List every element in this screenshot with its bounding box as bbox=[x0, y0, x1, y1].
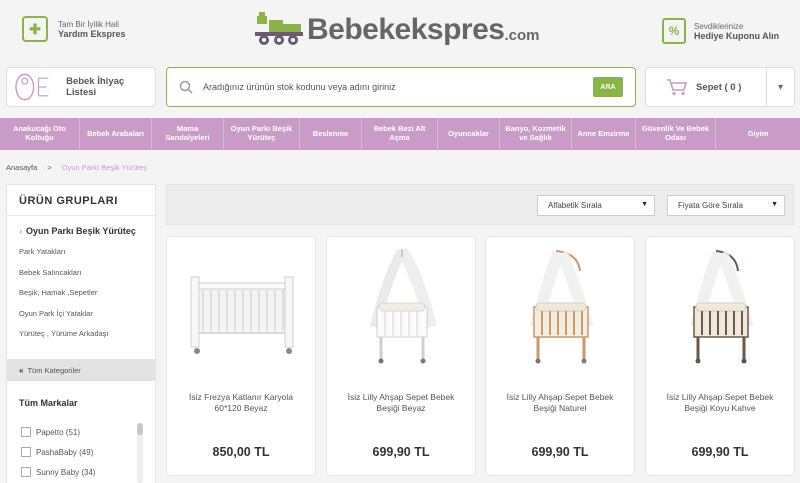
checkbox[interactable] bbox=[21, 447, 31, 457]
breadcrumb-home[interactable]: Anasayfa bbox=[6, 163, 37, 172]
sidebar: ÜRÜN GRUPLARI › Oyun Parkı Beşik Yürüteç… bbox=[6, 184, 156, 483]
product-card[interactable]: İsiz Lilly Ahşap Sepet Bebek Beşiği Beya… bbox=[326, 236, 476, 476]
toolbar-row: Bebek İhiyaç Listesi ARA Sepet ( 0 ) ▾ bbox=[0, 67, 800, 109]
nav-item-safety[interactable]: Güvenlik Ve Bebek Odası bbox=[636, 118, 716, 150]
alphabetic-sort-label: Alfabetik Sırala bbox=[548, 201, 602, 210]
product-name[interactable]: İsiz Frezya Katlanır Karyola 60*120 Beya… bbox=[175, 392, 307, 415]
nav-item-car-seat[interactable]: Anakucağı Oto Koltuğu bbox=[0, 118, 80, 150]
all-categories-button[interactable]: « Tüm Kategoriler bbox=[7, 359, 155, 381]
product-name[interactable]: İsiz Lilly Ahşap Sepet Bebek Beşiği Koyu… bbox=[654, 392, 786, 415]
caret-down-icon: ▼ bbox=[641, 201, 648, 208]
brand-filter[interactable]: Sunny Baby (34) bbox=[21, 467, 96, 477]
product-image[interactable] bbox=[506, 247, 616, 367]
baby-list-icon bbox=[15, 73, 49, 101]
sidebar-subcategory[interactable]: Park Yatakları bbox=[7, 242, 155, 263]
help-title: Yardım Ekspres bbox=[58, 28, 126, 39]
scrollbar-thumb[interactable] bbox=[137, 423, 143, 435]
help-link[interactable]: ✚ Tam Bir İyilik Hali Yardım Ekspres bbox=[22, 16, 126, 42]
product-image[interactable] bbox=[347, 247, 457, 367]
sidebar-subcategory[interactable]: Yürüteç , Yürüme Arkadaşı bbox=[7, 324, 155, 345]
brand-filter[interactable]: Papetto (51) bbox=[21, 427, 80, 437]
product-name[interactable]: İsiz Lilly Ahşap Sepet Bebek Beşiği Natu… bbox=[494, 392, 626, 415]
brand-label: PashaBaby (49) bbox=[36, 447, 94, 457]
logo-text: Bebekekspres bbox=[307, 13, 505, 46]
product-card[interactable]: İsiz Lilly Ahşap Sepet Bebek Beşiği Natu… bbox=[485, 236, 635, 476]
sidebar-active-category[interactable]: › Oyun Parkı Beşik Yürüteç bbox=[7, 216, 155, 242]
help-tagline: Tam Bir İyilik Hali bbox=[58, 19, 119, 29]
brand-label: Papetto (51) bbox=[36, 427, 81, 437]
logo[interactable]: Bebekekspres .com bbox=[255, 10, 539, 50]
cart-label: Sepet ( 0 ) bbox=[696, 81, 742, 93]
checkbox[interactable] bbox=[21, 427, 31, 437]
cart-dropdown-chevron-icon[interactable]: ▾ bbox=[766, 68, 794, 106]
product-image[interactable] bbox=[187, 247, 297, 367]
breadcrumb-current[interactable]: Oyun Parkı Beşik Yürüteç bbox=[62, 163, 148, 172]
caret-down-icon: ▼ bbox=[771, 201, 778, 208]
product-card[interactable]: İsiz Lilly Ahşap Sepet Bebek Beşiği Koyu… bbox=[645, 236, 795, 476]
nav-item-playpens[interactable]: Oyun Parkı Beşik Yürüteç bbox=[224, 118, 300, 150]
sidebar-title: ÜRÜN GRUPLARI bbox=[7, 185, 155, 216]
gift-coupon-link[interactable]: % Sevdiklerinize Hediye Kuponu Alın bbox=[662, 18, 779, 44]
cart-button[interactable]: Sepet ( 0 ) ▾ bbox=[645, 67, 795, 107]
help-icon: ✚ bbox=[22, 16, 48, 42]
product-image[interactable] bbox=[666, 247, 776, 367]
nav-item-nursing[interactable]: Anne Emzirme bbox=[572, 118, 636, 150]
breadcrumb-separator: > bbox=[47, 163, 52, 172]
product-name[interactable]: İsiz Lilly Ahşap Sepet Bebek Beşiği Beya… bbox=[335, 392, 467, 415]
product-price: 699,90 TL bbox=[531, 445, 589, 459]
all-categories-label: Tüm Kategoriler bbox=[27, 365, 81, 375]
brand-filter[interactable]: PashaBaby (49) bbox=[21, 447, 93, 457]
search-bar: ARA bbox=[166, 67, 636, 107]
sidebar-subcategory[interactable]: Oyun Park İçi Yataklar bbox=[7, 304, 155, 325]
alphabetic-sort-select[interactable]: Alfabetik Sırala ▼ bbox=[537, 195, 655, 216]
price-sort-select[interactable]: Fiyata Göre Sırala ▼ bbox=[667, 195, 785, 216]
price-sort-label: Fiyata Göre Sırala bbox=[678, 201, 743, 210]
category-nav: Anakucağı Oto Koltuğu Bebek Arabaları Ma… bbox=[0, 118, 800, 150]
cart-icon bbox=[667, 79, 688, 96]
header: ✚ Tam Bir İyilik Hali Yardım Ekspres Beb… bbox=[0, 0, 800, 62]
nav-item-diapers[interactable]: Bebek Bezi Alt Açma bbox=[362, 118, 438, 150]
train-logo-icon bbox=[255, 12, 303, 45]
sort-bar: Alfabetik Sırala ▼ Fiyata Göre Sırala ▼ bbox=[166, 184, 794, 225]
sidebar-subcategory[interactable]: Beşik, Hamak ,Sepetler bbox=[7, 283, 155, 304]
search-button[interactable]: ARA bbox=[593, 77, 623, 97]
coupon-icon: % bbox=[662, 18, 686, 44]
chevron-right-icon: › bbox=[19, 226, 22, 236]
brands-scrollbar[interactable] bbox=[137, 423, 143, 483]
nav-item-feeding[interactable]: Beslenme bbox=[300, 118, 362, 150]
nav-item-strollers[interactable]: Bebek Arabaları bbox=[80, 118, 152, 150]
logo-domain: .com bbox=[504, 26, 540, 44]
brand-label: Sunny Baby (34) bbox=[36, 467, 96, 477]
product-price: 850,00 TL bbox=[212, 445, 270, 459]
product-price: 699,90 TL bbox=[372, 445, 430, 459]
search-input[interactable] bbox=[203, 82, 583, 92]
nav-item-bath[interactable]: Banyo, Kozmetik ve Sağlık bbox=[500, 118, 572, 150]
product-price: 699,90 TL bbox=[691, 445, 749, 459]
double-chevron-left-icon: « bbox=[19, 365, 24, 375]
nav-item-high-chairs[interactable]: Mama Sandalyeleri bbox=[152, 118, 224, 150]
breadcrumb: Anasayfa > Oyun Parkı Beşik Yürüteç bbox=[6, 163, 147, 172]
baby-list-label: Bebek İhiyaç Listesi bbox=[66, 76, 125, 98]
sidebar-active-category-label: Oyun Parkı Beşik Yürüteç bbox=[26, 226, 136, 236]
gift-title: Hediye Kuponu Alın bbox=[694, 30, 780, 41]
nav-item-toys[interactable]: Oyuncaklar bbox=[438, 118, 500, 150]
sidebar-subcategory[interactable]: Bebek Salıncakları bbox=[7, 263, 155, 284]
nav-item-clothing[interactable]: Giyim bbox=[716, 118, 800, 150]
baby-needs-list-button[interactable]: Bebek İhiyaç Listesi bbox=[6, 67, 156, 107]
gift-tagline: Sevdiklerinize bbox=[694, 21, 744, 31]
checkbox[interactable] bbox=[21, 467, 31, 477]
product-card[interactable]: İsiz Frezya Katlanır Karyola 60*120 Beya… bbox=[166, 236, 316, 476]
brands-title: Tüm Markalar bbox=[19, 398, 78, 408]
search-icon bbox=[179, 80, 193, 94]
